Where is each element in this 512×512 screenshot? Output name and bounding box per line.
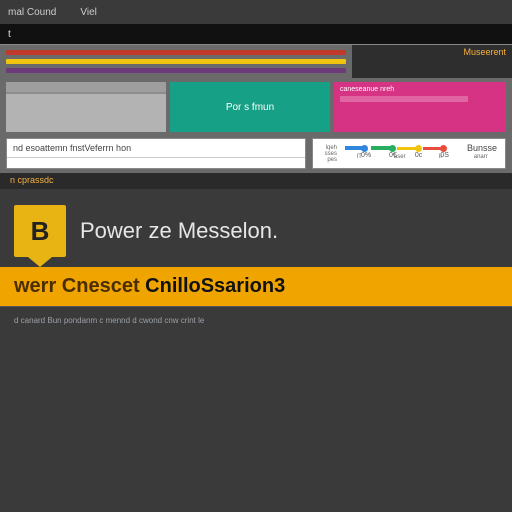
legend-item: 0€ <box>389 145 405 159</box>
panel-gray-body <box>6 94 166 132</box>
stripe-yellow <box>6 59 346 64</box>
legend-item: 0c <box>415 145 431 159</box>
title-bar: werr Cnescet CnilloSsarion3 <box>0 267 512 306</box>
chart-left[interactable]: nd esoattemn fnstVeferrn hon <box>6 138 306 169</box>
title-main: werr Cnescet <box>14 275 145 297</box>
stripe-red <box>6 50 346 55</box>
ribbon-right-text: Museerent <box>463 47 506 57</box>
xaxis-tick: anarr <box>465 154 498 166</box>
panel-gray[interactable] <box>6 82 166 132</box>
footer-text: d canard Bun pondanm c mennd d cwond cnw… <box>14 316 204 325</box>
sub-panels: Por s fmun caneseanue nreh <box>0 78 512 138</box>
chart-right[interactable]: Bunsse lqeh sses pes 0%0€0c0S ITaserIIan… <box>312 138 506 169</box>
panel-pink-text: caneseanue nreh <box>340 86 500 93</box>
menu-bar[interactable]: t <box>0 24 512 44</box>
panel-pink[interactable]: caneseanue nreh <box>334 82 506 132</box>
hero-badge-icon: B <box>14 205 66 257</box>
panel-teal-label: Por s fmun <box>226 102 274 113</box>
status-bar: n cprassdc <box>0 173 512 189</box>
ribbon-stripes <box>0 45 352 78</box>
title-accent: CnilloSsarion3 <box>145 275 285 297</box>
footer: d canard Bun pondanm c mennd d cwond cnw… <box>0 306 512 334</box>
window-top-strip: mal Cound Viel <box>0 0 512 24</box>
chart-right-legend: 0% 0€ 0c 0S <box>361 145 457 159</box>
ribbon: Museerent <box>0 44 512 78</box>
hero-badge-letter: B <box>31 216 50 247</box>
panel-teal[interactable]: Por s fmun <box>170 82 330 132</box>
chart-right-body: lqeh sses pes 0%0€0c0S <box>313 139 505 154</box>
panel-pink-underline <box>340 96 468 102</box>
hero-text: Power ze Messelon. <box>80 218 278 244</box>
chart-row: nd esoattemn fnstVeferrn hon Bunsse lqeh… <box>0 138 512 173</box>
panel-gray-header <box>6 82 166 92</box>
stripe-purple <box>6 68 346 73</box>
top-label-2: Viel <box>80 7 97 18</box>
chart-left-title: nd esoattemn fnstVeferrn hon <box>7 139 305 158</box>
chart-left-body <box>7 158 305 168</box>
ribbon-right-label: Museerent <box>352 45 512 78</box>
legend-item: 0S <box>440 145 457 159</box>
menu-item[interactable]: t <box>8 29 11 40</box>
ytick: pes <box>315 157 337 163</box>
top-label-1: mal Cound <box>8 7 56 18</box>
legend-item: 0% <box>361 145 379 159</box>
hero: B Power ze Messelon. <box>0 189 512 267</box>
status-text: n cprassdc <box>10 175 54 185</box>
